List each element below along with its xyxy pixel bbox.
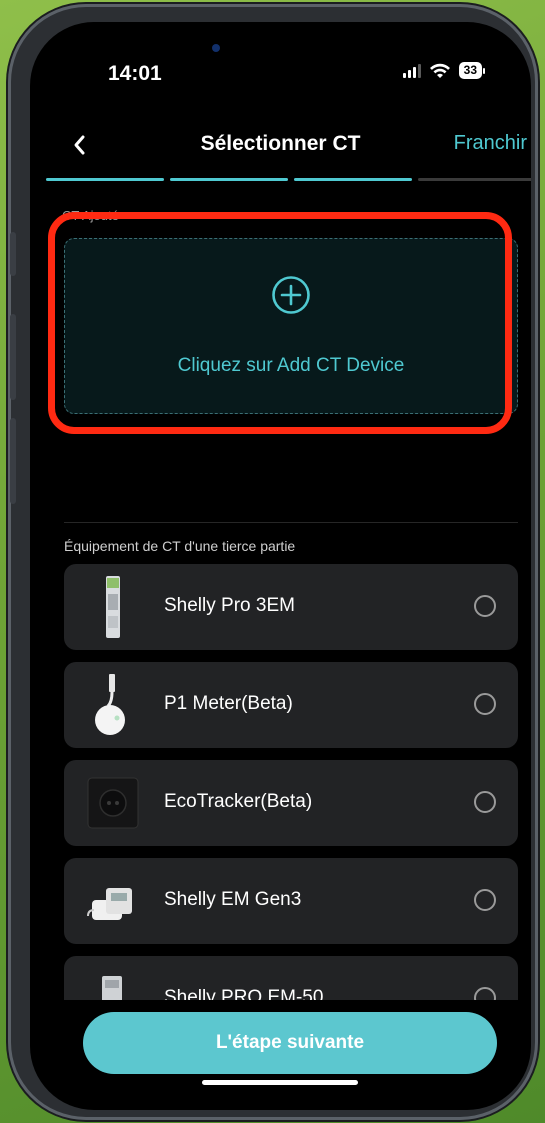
- device-radio[interactable]: [474, 791, 496, 813]
- din-rail-meter-icon: [106, 576, 120, 638]
- app-screen: 14:01 33 Sélectionner CT Franchir CT Ajo…: [30, 22, 531, 1110]
- device-name: Shelly PRO EM-50: [164, 987, 324, 1000]
- signal-icon: [402, 63, 421, 78]
- device-item-shelly-pro-em-50[interactable]: Shelly PRO EM-50: [64, 956, 518, 1000]
- battery-level: 33: [458, 62, 482, 79]
- step-progress-bar: [46, 178, 531, 181]
- mute-switch: [10, 232, 16, 276]
- progress-segment: [418, 178, 531, 181]
- device-radio[interactable]: [474, 595, 496, 617]
- clamp-meter-icon: [87, 888, 132, 920]
- device-name: Shelly Pro 3EM: [164, 595, 295, 616]
- device-item-ecotracker[interactable]: EcoTracker(Beta): [64, 760, 518, 846]
- progress-segment: [46, 178, 164, 181]
- p1-dongle-icon: [95, 674, 125, 735]
- device-name: EcoTracker(Beta): [164, 791, 313, 812]
- battery-icon: 33: [458, 62, 485, 79]
- device-item-shelly-em-gen3[interactable]: Shelly EM Gen3: [64, 858, 518, 944]
- home-indicator[interactable]: [202, 1080, 358, 1085]
- progress-segment: [294, 178, 412, 181]
- progress-segment: [170, 178, 288, 181]
- next-step-button[interactable]: L'étape suivante: [83, 1012, 497, 1074]
- phone-frame: 14:01 33 Sélectionner CT Franchir CT Ajo…: [8, 4, 538, 1120]
- section-divider: [64, 522, 518, 523]
- device-radio[interactable]: [474, 693, 496, 715]
- camera-indicator: [212, 44, 220, 52]
- device-item-shelly-pro-3em[interactable]: Shelly Pro 3EM: [64, 564, 518, 650]
- skip-button[interactable]: Franchir: [454, 132, 527, 155]
- volume-down-button: [10, 418, 16, 504]
- socket-tracker-icon: [87, 777, 139, 829]
- din-rail-meter-icon: [102, 976, 122, 1000]
- device-radio[interactable]: [474, 889, 496, 911]
- device-name: Shelly EM Gen3: [164, 889, 302, 910]
- third-party-section-label: Équipement de CT d'une tierce partie: [64, 538, 296, 554]
- device-radio[interactable]: [474, 987, 496, 1000]
- volume-up-button: [10, 314, 16, 400]
- wifi-icon: [429, 63, 450, 78]
- highlight-annotation-box: [48, 212, 512, 434]
- device-item-p1-meter[interactable]: P1 Meter(Beta): [64, 662, 518, 748]
- status-icons: 33: [402, 62, 485, 79]
- status-time: 14:01: [108, 62, 162, 85]
- device-name: P1 Meter(Beta): [164, 693, 293, 714]
- third-party-device-list[interactable]: Shelly Pro 3EM P1 Meter(Beta) EcoTracker…: [64, 564, 518, 1000]
